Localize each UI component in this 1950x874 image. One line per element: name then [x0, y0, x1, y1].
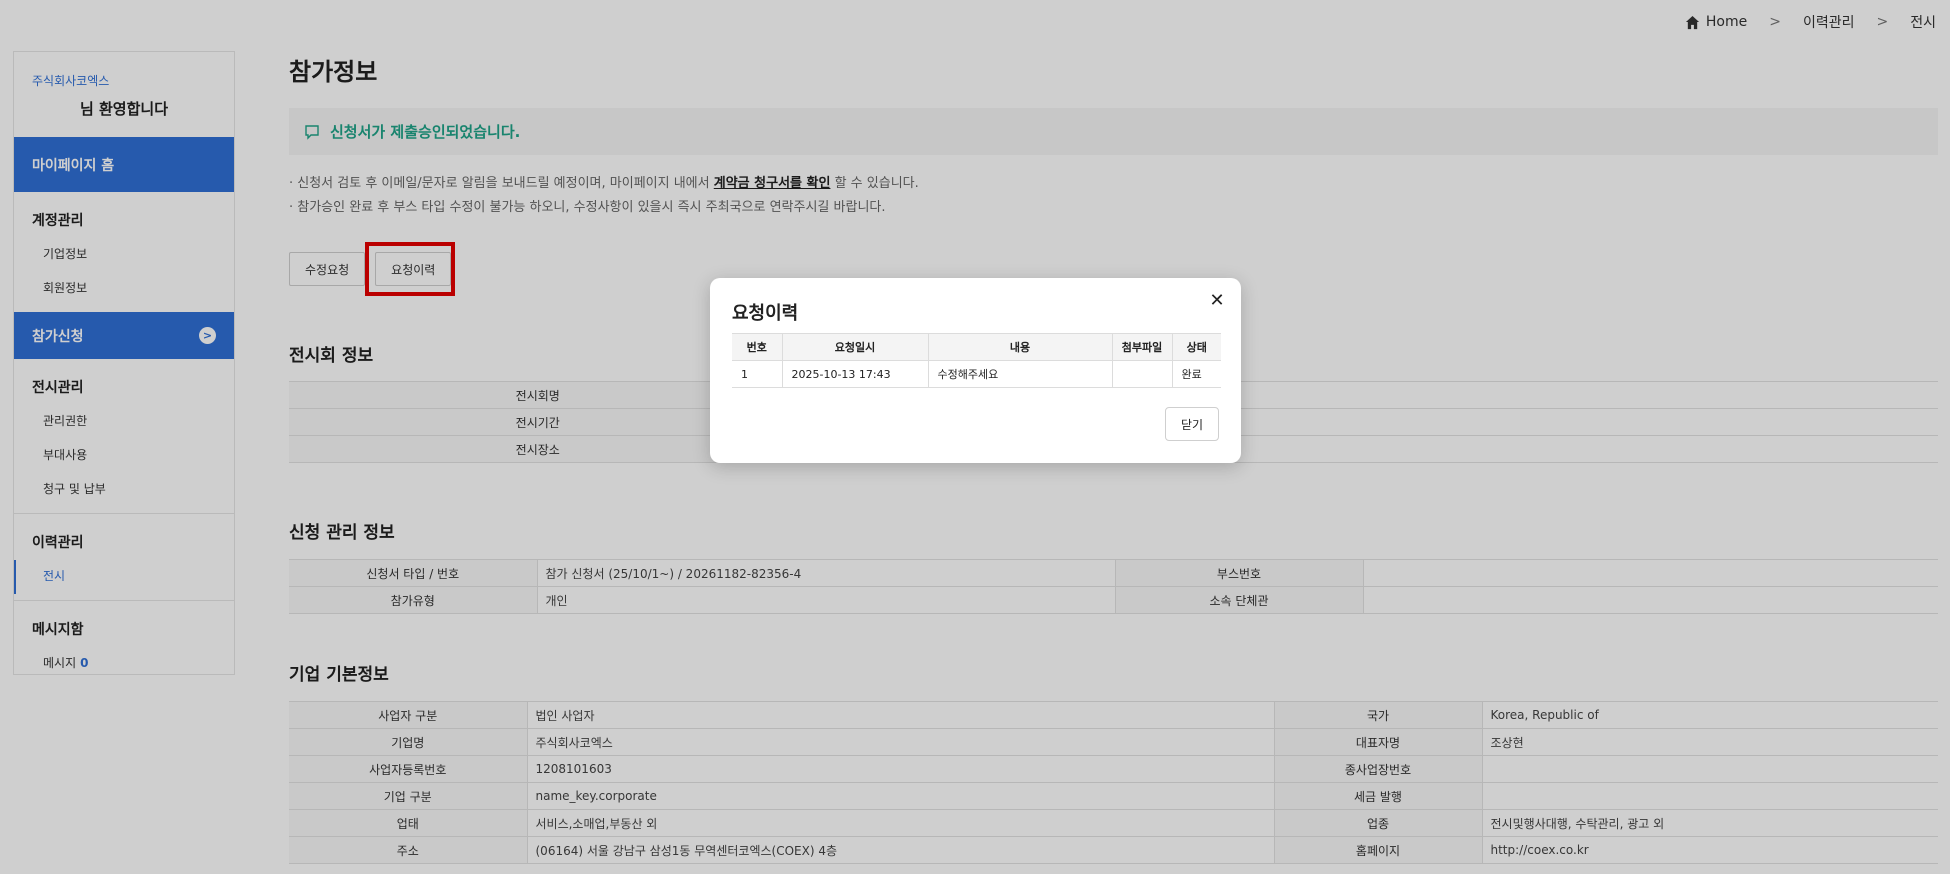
column-header: 내용 [927, 333, 1112, 361]
column-header: 요청일시 [781, 333, 928, 361]
table-header-row: 번호 요청일시 내용 첨부파일 상태 [732, 333, 1221, 361]
cell-datetime: 2025-10-13 17:43 [781, 360, 928, 388]
column-header: 상태 [1171, 333, 1221, 361]
column-header: 번호 [732, 333, 782, 361]
cell-content: 수정해주세요 [927, 360, 1112, 388]
close-icon[interactable]: ✕ [1207, 290, 1227, 311]
cell-status: 완료 [1171, 360, 1221, 388]
cell-number: 1 [732, 360, 782, 388]
request-history-modal: 요청이력 ✕ 번호 요청일시 내용 첨부파일 상태 1 2025-10-13 1… [710, 278, 1241, 463]
table-row: 1 2025-10-13 17:43 수정해주세요 완료 [732, 360, 1221, 388]
close-button[interactable]: 닫기 [1165, 407, 1219, 441]
cell-attachment [1111, 360, 1172, 388]
modal-title: 요청이력 [732, 303, 799, 324]
request-history-table: 번호 요청일시 내용 첨부파일 상태 1 2025-10-13 17:43 수정… [732, 333, 1221, 388]
column-header: 첨부파일 [1111, 333, 1172, 361]
